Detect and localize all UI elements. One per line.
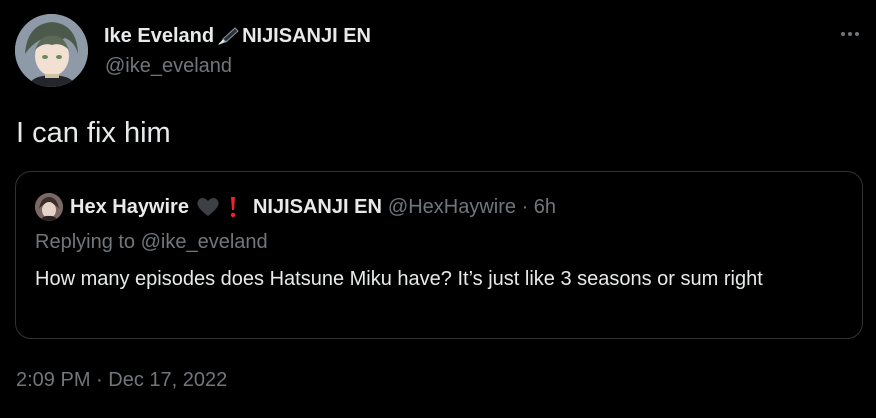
quoted-author-avatar[interactable]: [35, 193, 63, 221]
black-heart-icon: [195, 196, 221, 218]
author-display-name: Ike Eveland: [104, 24, 215, 47]
quoted-tweet[interactable]: Hex Haywire NIJISANJI EN @HexHaywire · 6…: [15, 171, 863, 339]
avatar-image: [15, 14, 88, 87]
author-name-suffix: NIJISANJI EN: [242, 24, 371, 47]
quoted-replying-to: Replying to @ike_eveland: [35, 231, 268, 253]
quoted-handle-time: @HexHaywire · 6h: [387, 195, 557, 218]
quoted-tweet-header: Hex Haywire NIJISANJI EN @HexHaywire · 6…: [35, 193, 556, 221]
author-name-row[interactable]: Ike Eveland NIJISANJI EN: [104, 24, 371, 48]
quoted-display-name: Hex Haywire: [70, 195, 189, 218]
author-handle[interactable]: @ike_eveland: [105, 55, 232, 78]
quoted-tweet-text: How many episodes does Hatsune Miku have…: [35, 268, 763, 290]
fountain-pen-icon: [215, 25, 241, 47]
tweet-timestamp[interactable]: 2:09 PM · Dec 17, 2022: [16, 369, 227, 392]
quoted-org-name: NIJISANJI EN: [252, 195, 382, 218]
author-avatar[interactable]: [15, 14, 88, 87]
more-options-icon[interactable]: [838, 22, 862, 46]
tweet-text: I can fix him: [16, 117, 171, 149]
red-exclamation-icon: [227, 195, 239, 219]
